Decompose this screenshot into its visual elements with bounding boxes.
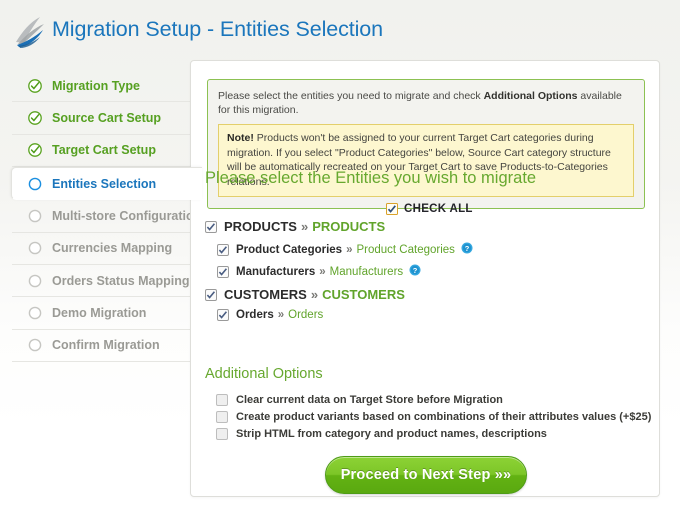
additional-option-checkbox[interactable] xyxy=(216,411,228,423)
sidebar-item-label: Demo Migration xyxy=(52,306,147,321)
entity-checkbox[interactable] xyxy=(217,265,229,278)
entity-target-name: PRODUCTS xyxy=(312,219,386,234)
additional-option-label: Strip HTML from category and product nam… xyxy=(236,428,547,440)
sidebar-item-entities-selection[interactable]: Entities Selection xyxy=(11,167,202,201)
entity-source-name: Orders xyxy=(236,309,274,321)
sidebar-item-label: Multi-store Configuration xyxy=(52,208,202,223)
step-pending-icon xyxy=(28,209,42,223)
step-complete-icon xyxy=(28,111,42,125)
entity-target-name: Product Categories xyxy=(356,243,455,256)
additional-options-heading: Additional Options xyxy=(205,366,323,382)
entity-target-name: Manufacturers xyxy=(329,265,404,278)
entity-source-name: CUSTOMERS xyxy=(224,287,307,302)
main-panel: Please select the entities you need to m… xyxy=(190,60,660,497)
step-pending-icon xyxy=(28,306,42,320)
entity-source-name: Manufacturers xyxy=(236,265,316,278)
check-all-checkbox[interactable] xyxy=(386,203,398,215)
entities-heading: Please select the Entities you wish to m… xyxy=(205,169,537,187)
step-pending-icon xyxy=(28,338,42,352)
additional-option-row[interactable]: Create product variants based on combina… xyxy=(216,411,651,423)
help-icon[interactable]: ? xyxy=(455,242,473,257)
sidebar-item-multi-store-configuration[interactable]: Multi-store Configuration xyxy=(12,200,202,233)
proceed-to-next-step-button[interactable]: Proceed to Next Step »» xyxy=(325,456,527,494)
step-pending-icon xyxy=(28,274,42,288)
sidebar-item-source-cart-setup[interactable]: Source Cart Setup xyxy=(12,102,202,135)
additional-option-checkbox[interactable] xyxy=(216,428,228,440)
sidebar-item-migration-type[interactable]: Migration Type xyxy=(12,70,202,103)
entity-checkbox[interactable] xyxy=(217,309,229,321)
entity-mapping-arrow: » xyxy=(300,219,309,234)
sidebar-item-label: Entities Selection xyxy=(52,176,157,191)
svg-text:?: ? xyxy=(465,244,470,253)
additional-option-label: Clear current data on Target Store befor… xyxy=(236,394,503,406)
entity-checkbox[interactable] xyxy=(217,243,229,256)
sidebar-item-currencies-mapping[interactable]: Currencies Mapping xyxy=(12,233,202,265)
additional-option-row[interactable]: Strip HTML from category and product nam… xyxy=(216,428,547,440)
sidebar-item-label: Source Cart Setup xyxy=(52,111,162,126)
additional-option-row[interactable]: Clear current data on Target Store befor… xyxy=(216,394,503,406)
sidebar-item-label: Migration Type xyxy=(52,78,140,93)
sidebar-nav: Migration Type Source Cart Setup Target Ca… xyxy=(11,70,202,363)
entity-source-name: Product Categories xyxy=(236,243,343,256)
check-all-label: CHECK ALL xyxy=(404,203,473,215)
entity-target-name: Orders xyxy=(288,309,324,321)
entity-row-manufacturers[interactable]: Manufacturers» Manufacturers? xyxy=(217,264,421,279)
page-title: Migration Setup - Entities Selection xyxy=(52,17,384,41)
entity-checkbox[interactable] xyxy=(205,220,217,233)
svg-text:?: ? xyxy=(413,266,418,275)
entity-target-name: CUSTOMERS xyxy=(322,287,405,302)
entity-mapping-arrow: » xyxy=(277,309,285,321)
note-label: Note! xyxy=(227,132,254,145)
step-pending-icon xyxy=(28,241,42,255)
entity-row-product-categories[interactable]: Product Categories» Product Categories? xyxy=(217,242,473,257)
entity-mapping-arrow: » xyxy=(319,265,326,278)
notice-box: Please select the entities you need to m… xyxy=(207,79,645,210)
entity-checkbox[interactable] xyxy=(205,288,217,301)
sidebar-item-label: Target Cart Setup xyxy=(52,143,156,158)
sidebar-item-target-cart-setup[interactable]: Target Cart Setup xyxy=(12,135,202,168)
entity-source-name: PRODUCTS xyxy=(224,219,297,234)
notice-intro: Please select the entities you need to m… xyxy=(218,89,634,117)
help-icon[interactable]: ? xyxy=(403,264,421,279)
notice-intro-before: Please select the entities you need to m… xyxy=(218,90,484,102)
sidebar-item-orders-status-mapping[interactable]: Orders Status Mapping xyxy=(12,265,202,298)
step-complete-icon xyxy=(28,143,42,158)
entity-mapping-arrow: » xyxy=(310,287,319,302)
sidebar-item-label: Currencies Mapping xyxy=(52,241,173,256)
entity-row-orders[interactable]: Orders» Orders xyxy=(217,309,323,321)
additional-option-label: Create product variants based on combina… xyxy=(236,411,652,423)
sidebar-item-label: Confirm Migration xyxy=(52,338,160,353)
page-header: Migration Setup - Entities Selection xyxy=(0,0,680,58)
swoosh-arrow-logo-icon xyxy=(12,12,52,50)
sidebar-item-label: Orders Status Mapping xyxy=(52,273,190,288)
sidebar-item-demo-migration[interactable]: Demo Migration xyxy=(12,297,202,330)
entity-mapping-arrow: » xyxy=(346,243,353,256)
step-current-icon xyxy=(28,177,42,191)
migration-setup-page: Migration Setup - Entities Selection Mig… xyxy=(0,0,680,529)
entity-row-products[interactable]: PRODUCTS» PRODUCTS xyxy=(205,219,385,234)
additional-option-checkbox[interactable] xyxy=(216,394,228,406)
step-complete-icon xyxy=(28,78,42,93)
notice-intro-bold: Additional Options xyxy=(483,90,578,102)
sidebar-item-confirm-migration[interactable]: Confirm Migration xyxy=(12,330,202,363)
check-all-row[interactable]: CHECK ALL xyxy=(386,203,473,215)
entity-row-customers[interactable]: CUSTOMERS» CUSTOMERS xyxy=(205,287,405,302)
